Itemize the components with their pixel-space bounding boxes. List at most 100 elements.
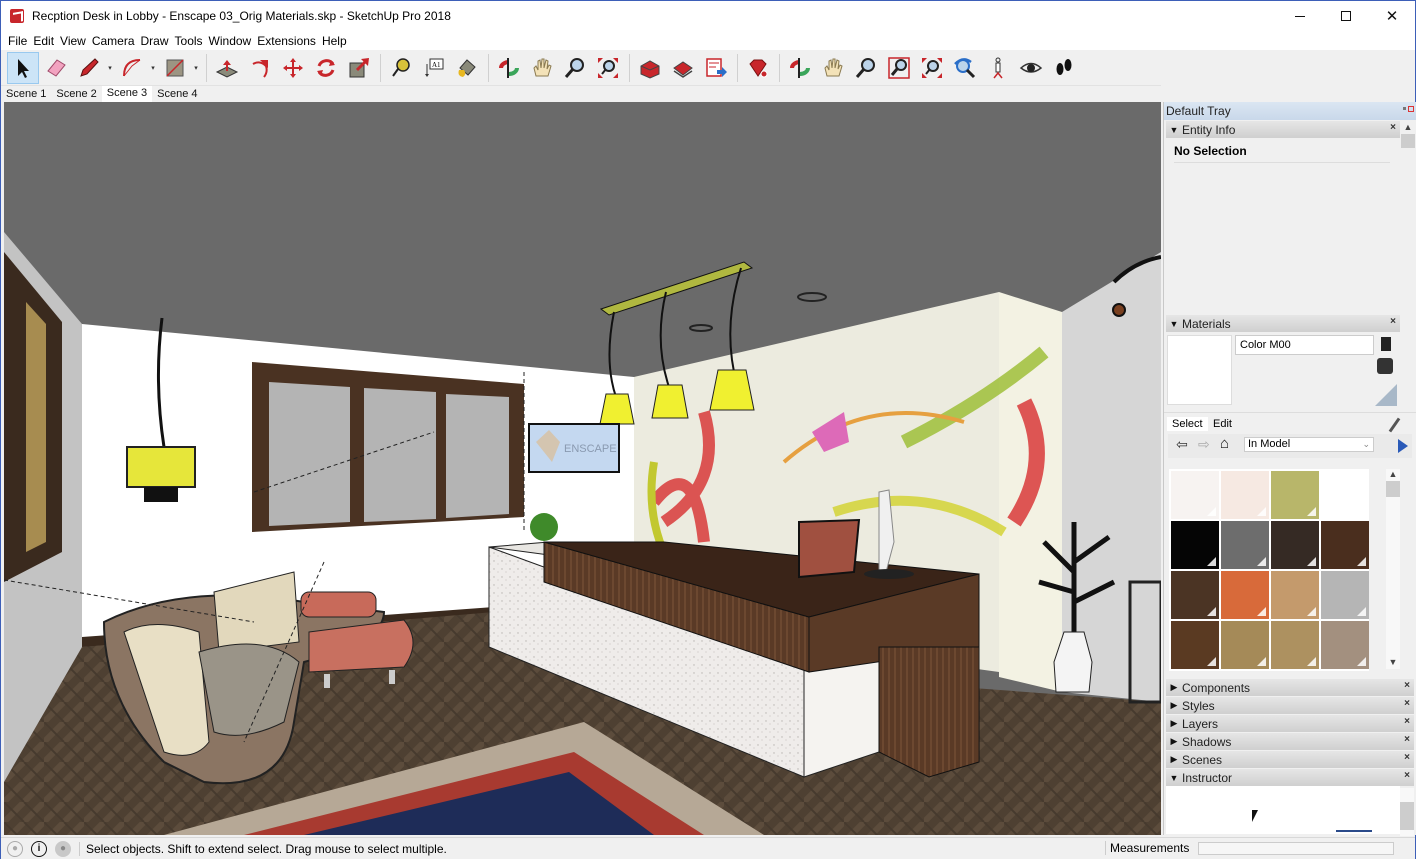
tab-select[interactable]: Select [1167, 417, 1208, 431]
eraser-tool-button[interactable] [40, 52, 72, 84]
material-swatch-oak-1[interactable] [1221, 621, 1269, 669]
create-material-icon[interactable] [1377, 358, 1393, 374]
entity-info-panel-header[interactable]: ▼ Entity Info × [1166, 121, 1400, 138]
paint-bucket-tool-button[interactable] [451, 52, 483, 84]
menu-draw[interactable]: Draw [138, 34, 172, 48]
ruby-console-button[interactable] [742, 52, 774, 84]
sample-paint-eyedropper-icon[interactable] [1388, 417, 1401, 433]
material-swatch-oak-2[interactable] [1271, 621, 1319, 669]
menu-camera[interactable]: Camera [89, 34, 138, 48]
tray-close-icon[interactable] [1408, 106, 1414, 112]
forward-arrow-icon[interactable]: ⇨ [1198, 436, 1210, 453]
text-tool-button[interactable]: A1 [418, 52, 450, 84]
material-name-field[interactable] [1235, 335, 1374, 355]
zoom-window-tool-button[interactable] [883, 52, 915, 84]
zoom-extents-tool-button[interactable] [592, 52, 624, 84]
back-arrow-icon[interactable]: ⇦ [1176, 436, 1188, 453]
material-swatch-white[interactable] [1321, 471, 1369, 519]
material-swatch-olive[interactable] [1271, 471, 1319, 519]
menu-extensions[interactable]: Extensions [254, 34, 319, 48]
sign-in-user-icon[interactable]: ● [55, 840, 71, 857]
scene-tab-3[interactable]: Scene 3 [101, 86, 153, 102]
tray-pin-icon[interactable] [1403, 107, 1406, 110]
walk-tool-button[interactable] [1048, 52, 1080, 84]
push-pull-tool-button[interactable] [211, 52, 243, 84]
tab-edit[interactable]: Edit [1208, 417, 1237, 431]
rotate-tool-button[interactable] [310, 52, 342, 84]
materials-panel-header[interactable]: ▼ Materials × [1166, 315, 1400, 332]
materials-close-icon[interactable]: × [1390, 316, 1396, 327]
geo-location-icon[interactable]: ● [7, 840, 23, 857]
rectangle-tool-dropdown[interactable]: ▾ [192, 52, 200, 84]
components-close-icon[interactable]: × [1404, 680, 1410, 691]
material-swatch-carpet[interactable] [1321, 621, 1369, 669]
material-swatch-dark-wood[interactable] [1271, 521, 1319, 569]
minimize-button[interactable] [1277, 1, 1323, 31]
zoom-tool-button[interactable] [559, 52, 591, 84]
measurements-input[interactable] [1198, 842, 1394, 855]
credits-icon[interactable]: i [31, 840, 47, 857]
close-button[interactable]: ✕ [1369, 1, 1415, 31]
pan-tool-2-button[interactable] [817, 52, 849, 84]
material-swatch-off-white[interactable] [1171, 471, 1219, 519]
model-viewport[interactable]: ENSCAPE [4, 102, 1161, 835]
3d-warehouse-button[interactable] [634, 52, 666, 84]
instructor-close-icon[interactable]: × [1404, 770, 1410, 781]
tray-scrollbar[interactable]: ▲ [1401, 122, 1415, 317]
material-swatch-figure-dark[interactable] [1171, 621, 1219, 669]
menu-file[interactable]: File [5, 34, 30, 48]
shadows-close-icon[interactable]: × [1404, 734, 1410, 745]
rectangle-tool-button[interactable] [159, 52, 191, 84]
arc-tool-button[interactable] [116, 52, 148, 84]
menu-help[interactable]: Help [319, 34, 350, 48]
offset-tool-button[interactable] [244, 52, 276, 84]
shadows-panel-header[interactable]: ▶ Shadows × [1166, 733, 1414, 750]
tape-measure-tool-button[interactable] [385, 52, 417, 84]
position-camera-tool-button[interactable] [982, 52, 1014, 84]
look-around-tool-button[interactable] [1015, 52, 1047, 84]
select-tool-button[interactable] [7, 51, 39, 84]
previous-view-tool-button[interactable] [949, 52, 981, 84]
material-swatch-walnut-strip[interactable] [1321, 521, 1369, 569]
scale-tool-button[interactable] [343, 52, 375, 84]
instructor-panel-header[interactable]: ▼ Instructor × [1166, 769, 1414, 786]
material-swatch-grey-stripes[interactable] [1321, 571, 1369, 619]
scene-tab-2[interactable]: Scene 2 [51, 87, 101, 102]
material-swatch-brown-wood[interactable] [1171, 571, 1219, 619]
menu-edit[interactable]: Edit [30, 34, 57, 48]
line-tool-dropdown[interactable]: ▾ [106, 52, 114, 84]
default-material-icon[interactable] [1375, 384, 1397, 406]
orbit-tool-button[interactable] [493, 52, 525, 84]
styles-close-icon[interactable]: × [1404, 698, 1410, 709]
components-panel-header[interactable]: ▶ Components × [1166, 679, 1414, 696]
menu-view[interactable]: View [57, 34, 89, 48]
line-tool-button[interactable] [73, 52, 105, 84]
layers-panel-header[interactable]: ▶ Layers × [1166, 715, 1414, 732]
library-select[interactable]: In Model ⌄ [1244, 437, 1374, 452]
swatch-scrollbar[interactable]: ▲ ▼ [1386, 469, 1400, 669]
styles-panel-header[interactable]: ▶ Styles × [1166, 697, 1414, 714]
scene-tab-1[interactable]: Scene 1 [1, 87, 51, 102]
send-to-layout-button[interactable] [700, 52, 732, 84]
scenes-close-icon[interactable]: × [1404, 752, 1410, 763]
orbit-tool-2-button[interactable] [784, 52, 816, 84]
scene-tab-4[interactable]: Scene 4 [152, 87, 202, 102]
display-secondary-pane-icon[interactable] [1381, 337, 1391, 351]
layers-close-icon[interactable]: × [1404, 716, 1410, 727]
zoom-tool-2-button[interactable] [850, 52, 882, 84]
arc-tool-dropdown[interactable]: ▾ [149, 52, 157, 84]
zoom-extents-tool-2-button[interactable] [916, 52, 948, 84]
material-swatch-orange-fabric[interactable] [1221, 571, 1269, 619]
material-swatch-black[interactable] [1171, 521, 1219, 569]
maximize-button[interactable] [1323, 1, 1369, 31]
menu-window[interactable]: Window [206, 34, 255, 48]
pan-tool-button[interactable] [526, 52, 558, 84]
menu-tools[interactable]: Tools [172, 34, 206, 48]
instructor-scrollbar[interactable] [1400, 788, 1414, 836]
home-icon[interactable]: ⌂ [1220, 435, 1229, 452]
extension-warehouse-button[interactable] [667, 52, 699, 84]
material-swatch-blush[interactable] [1221, 471, 1269, 519]
entity-info-close-icon[interactable]: × [1390, 122, 1396, 133]
material-swatch-pattern-pillow[interactable] [1221, 521, 1269, 569]
details-arrow-icon[interactable] [1398, 439, 1408, 453]
